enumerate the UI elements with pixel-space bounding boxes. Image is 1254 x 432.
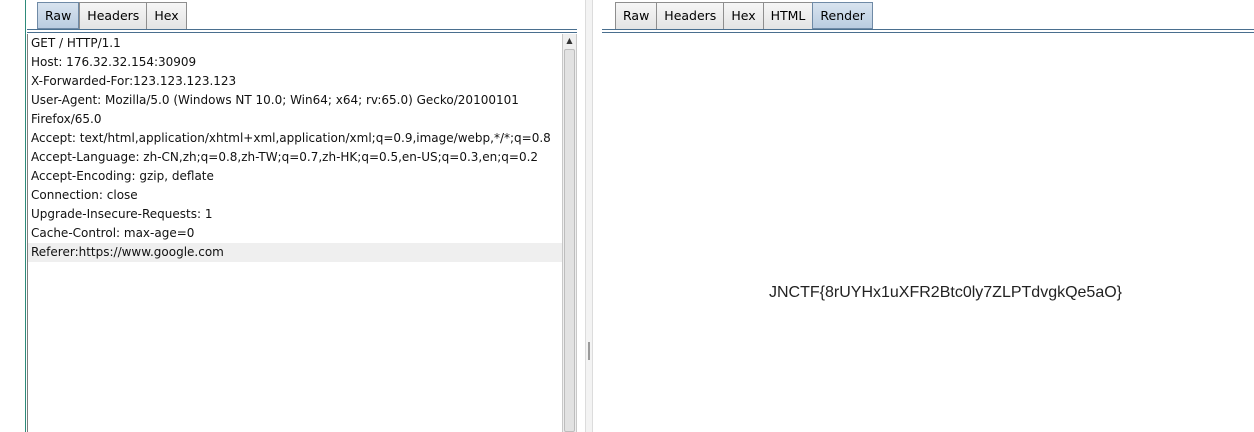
panel-splitter[interactable] — [585, 0, 593, 432]
response-tabs: Raw Headers Hex HTML Render — [615, 2, 873, 29]
request-tabs: Raw Headers Hex — [37, 2, 187, 29]
rendered-flag-text: JNCTF{8rUYHx1uXFR2Btc0ly7ZLPTdvgkQe5aO} — [769, 284, 1123, 301]
response-tab-headers[interactable]: Headers — [656, 2, 724, 29]
render-view: JNCTF{8rUYHx1uXFR2Btc0ly7ZLPTdvgkQe5aO} — [602, 34, 1254, 432]
request-line: Accept: text/html,application/xhtml+xml,… — [31, 131, 551, 145]
request-tab-hex[interactable]: Hex — [146, 2, 187, 29]
request-editor[interactable]: GET / HTTP/1.1 Host: 176.32.32.154:30909… — [27, 34, 563, 432]
request-line: Upgrade-Insecure-Requests: 1 — [31, 207, 213, 221]
response-tab-html[interactable]: HTML — [762, 2, 813, 29]
request-line: Host: 176.32.32.154:30909 — [31, 55, 197, 69]
request-line: Firefox/65.0 — [31, 112, 102, 126]
scroll-thumb[interactable] — [564, 49, 575, 432]
response-tab-hex[interactable]: Hex — [723, 2, 763, 29]
request-tab-headers[interactable]: Headers — [79, 2, 147, 29]
splitter-grip-icon[interactable] — [588, 342, 590, 360]
request-line: Connection: close — [31, 188, 138, 202]
request-scrollbar[interactable]: ▲ — [562, 34, 577, 432]
request-tab-raw[interactable]: Raw — [37, 2, 80, 29]
request-line: User-Agent: Mozilla/5.0 (Windows NT 10.0… — [31, 93, 519, 107]
request-line: Accept-Encoding: gzip, deflate — [31, 169, 214, 183]
left-strip — [0, 0, 26, 432]
response-tab-render[interactable]: Render — [812, 2, 873, 29]
request-tabbar: Raw Headers Hex — [27, 0, 577, 33]
request-line: Cache-Control: max-age=0 — [31, 226, 195, 240]
request-line: X-Forwarded-For:123.123.123.123 — [31, 74, 237, 88]
request-line-current: Referer:https://www.google.com — [28, 243, 563, 262]
response-tabbar: Raw Headers Hex HTML Render — [602, 0, 1254, 33]
scroll-up-arrow-icon[interactable]: ▲ — [563, 34, 576, 48]
request-line: GET / HTTP/1.1 — [31, 36, 121, 50]
response-tab-raw[interactable]: Raw — [615, 2, 657, 29]
request-line: Accept-Language: zh-CN,zh;q=0.8,zh-TW;q=… — [31, 150, 539, 164]
